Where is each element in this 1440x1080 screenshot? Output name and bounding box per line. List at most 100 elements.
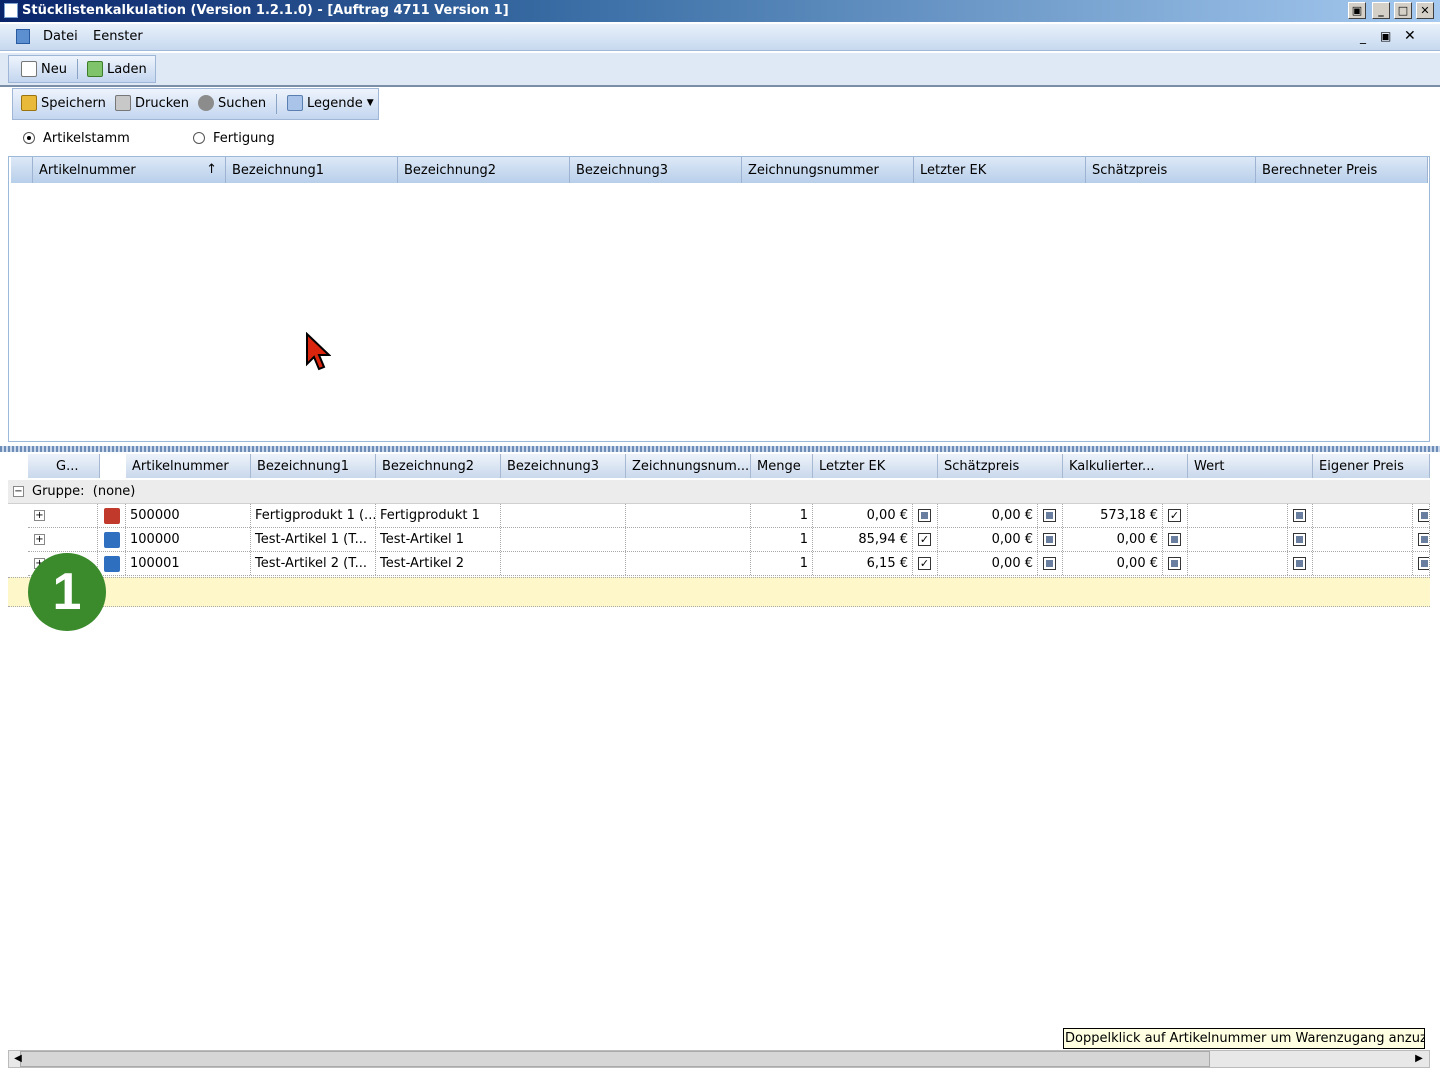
checkbox-unchecked[interactable]	[1043, 533, 1056, 546]
expand-icon[interactable]: +	[34, 534, 45, 545]
letzter-ek-cell[interactable]: 85,94 €	[813, 528, 913, 551]
bezeichnung1-cell[interactable]: Test-Artikel 2 (T...	[251, 552, 376, 575]
mdi-restore-icon[interactable]: ▣	[1380, 29, 1391, 43]
mdi-close-icon[interactable]: ✕	[1404, 28, 1416, 44]
column-header-bezeichnung1[interactable]: Bezeichnung1	[226, 157, 398, 183]
bezeichnung2-cell[interactable]: Test-Artikel 1	[376, 528, 501, 551]
letzter-ek-checkbox-cell[interactable]	[913, 504, 938, 527]
column-header-zeichnungsnummer[interactable]: Zeichnungsnummer	[742, 157, 914, 183]
kalkuliert-checkbox-cell[interactable]	[1163, 528, 1188, 551]
schaetzpreis-cell[interactable]: 0,00 €	[938, 504, 1038, 527]
collapse-icon[interactable]: −	[13, 486, 24, 497]
eigener-preis-cell[interactable]	[1313, 528, 1413, 551]
bezeichnung1-cell[interactable]: Test-Artikel 1 (T...	[251, 528, 376, 551]
checkbox-unchecked[interactable]	[1293, 533, 1306, 546]
menu-datei[interactable]: Datei	[43, 29, 78, 44]
zeichnungsnummer-cell[interactable]	[626, 552, 751, 575]
checkbox-unchecked[interactable]	[1043, 557, 1056, 570]
checkbox-unchecked[interactable]	[1418, 509, 1429, 522]
article-master-grid[interactable]: Artikelnummer ↑ Bezeichnung1 Bezeichnung…	[8, 156, 1430, 442]
bezeichnung3-cell[interactable]	[501, 552, 626, 575]
scroll-right-icon[interactable]: ▶	[1411, 1051, 1427, 1067]
letzter-ek-cell[interactable]: 0,00 €	[813, 504, 913, 527]
checkbox-unchecked[interactable]	[1418, 557, 1429, 570]
checkbox-checked[interactable]: ✓	[1168, 509, 1181, 522]
scroll-left-icon[interactable]: ◀	[10, 1051, 26, 1067]
column-header-letzter-ek[interactable]: Letzter EK	[914, 157, 1086, 183]
wert-checkbox-cell[interactable]	[1288, 504, 1313, 527]
bezeichnung3-cell[interactable]	[501, 504, 626, 527]
table-row[interactable]: +100001Test-Artikel 2 (T...Test-Artikel …	[28, 552, 1430, 576]
table-row[interactable]: +500000 Fertigprodukt 1 (... Fertigprodukt…	[28, 504, 1430, 528]
table-row[interactable]: +100000 Test-Artikel 1 (T... Test-Artikel …	[28, 528, 1430, 552]
checkbox-unchecked[interactable]	[1293, 557, 1306, 570]
bezeichnung2-cell[interactable]: Fertigprodukt 1	[376, 504, 501, 527]
eigener-preis-checkbox-cell[interactable]	[1413, 504, 1430, 527]
eigener-preis-cell[interactable]	[1313, 504, 1413, 527]
checkbox-unchecked[interactable]	[1168, 557, 1181, 570]
schaetzpreis-checkbox-cell[interactable]	[1038, 528, 1063, 551]
mdi-minimize-icon[interactable]: _	[1360, 30, 1366, 44]
column-header-bezeichnung3[interactable]: Bezeichnung3	[501, 454, 626, 478]
column-header-group[interactable]: G... ▲	[28, 454, 100, 478]
artikelnummer-cell[interactable]: 100001	[126, 552, 251, 575]
column-header-bezeichnung2[interactable]: Bezeichnung2	[376, 454, 501, 478]
menge-cell[interactable]: 1	[751, 552, 813, 575]
checkbox-unchecked[interactable]	[1043, 509, 1056, 522]
print-button[interactable]: Drucken	[115, 95, 189, 111]
column-header-eigener-preis[interactable]: Eigener Preis	[1313, 454, 1430, 478]
checkbox-checked[interactable]: ✓	[918, 533, 931, 546]
close-button[interactable]: ✕	[1416, 2, 1434, 19]
save-button[interactable]: Speichern	[21, 95, 106, 111]
menu-fenster[interactable]: Eenster	[93, 29, 143, 44]
kalkuliert-cell[interactable]: 0,00 €	[1063, 552, 1163, 575]
menge-cell[interactable]: 1	[751, 528, 813, 551]
load-button[interactable]: Laden	[87, 61, 147, 77]
bezeichnung3-cell[interactable]	[501, 528, 626, 551]
letzter-ek-cell[interactable]: 6,15 €	[813, 552, 913, 575]
column-header-zeichnungsnummer[interactable]: Zeichnungsnum...	[626, 454, 751, 478]
schaetzpreis-cell[interactable]: 0,00 €	[938, 552, 1038, 575]
new-button[interactable]: Neu	[21, 61, 67, 77]
radio-fertigung[interactable]	[193, 132, 205, 144]
schaetzpreis-checkbox-cell[interactable]	[1038, 504, 1063, 527]
eigener-preis-cell[interactable]	[1313, 552, 1413, 575]
bezeichnung1-cell[interactable]: Fertigprodukt 1 (...	[251, 504, 376, 527]
column-header-menge[interactable]: Menge	[751, 454, 813, 478]
letzter-ek-checkbox-cell[interactable]: ✓	[913, 552, 938, 575]
column-header-bezeichnung2[interactable]: Bezeichnung2	[398, 157, 570, 183]
bezeichnung2-cell[interactable]: Test-Artikel 2	[376, 552, 501, 575]
column-header-artikelnummer[interactable]: Artikelnummer ↑	[33, 157, 226, 183]
checkbox-unchecked[interactable]	[918, 509, 931, 522]
kalkuliert-checkbox-cell[interactable]	[1163, 552, 1188, 575]
eigener-preis-checkbox-cell[interactable]	[1413, 552, 1430, 575]
maximize-button[interactable]: □	[1394, 2, 1412, 19]
column-header-schaetzpreis[interactable]: Schätzpreis	[938, 454, 1063, 478]
wert-checkbox-cell[interactable]	[1288, 552, 1313, 575]
column-header-artikelnummer[interactable]: Artikelnummer	[126, 454, 251, 478]
column-header-berechneter-preis[interactable]: Berechneter Preis	[1256, 157, 1428, 183]
eigener-preis-checkbox-cell[interactable]	[1413, 528, 1430, 551]
new-row-placeholder[interactable]	[8, 577, 1430, 607]
wert-cell[interactable]	[1188, 504, 1288, 527]
wert-cell[interactable]	[1188, 552, 1288, 575]
group-cell[interactable]: +	[28, 504, 98, 527]
kalkuliert-cell[interactable]: 573,18 €	[1063, 504, 1163, 527]
column-header-kalkulierter[interactable]: Kalkulierter...	[1063, 454, 1188, 478]
column-header-letzter-ek[interactable]: Letzter EK	[813, 454, 938, 478]
checkbox-unchecked[interactable]	[1293, 509, 1306, 522]
kalkuliert-checkbox-cell[interactable]: ✓	[1163, 504, 1188, 527]
row-icon-cell[interactable]	[98, 552, 126, 575]
row-icon-cell[interactable]	[98, 528, 126, 551]
menge-cell[interactable]: 1	[751, 504, 813, 527]
zeichnungsnummer-cell[interactable]	[626, 504, 751, 527]
schaetzpreis-cell[interactable]: 0,00 €	[938, 528, 1038, 551]
letzter-ek-checkbox-cell[interactable]: ✓	[913, 528, 938, 551]
minimize-button[interactable]: _	[1372, 2, 1390, 19]
kalkuliert-cell[interactable]: 0,00 €	[1063, 528, 1163, 551]
scrollbar-thumb[interactable]	[20, 1051, 1210, 1067]
column-header-bezeichnung3[interactable]: Bezeichnung3	[570, 157, 742, 183]
checkbox-checked[interactable]: ✓	[918, 557, 931, 570]
artikelnummer-cell[interactable]: 500000	[126, 504, 251, 527]
checkbox-unchecked[interactable]	[1418, 533, 1429, 546]
